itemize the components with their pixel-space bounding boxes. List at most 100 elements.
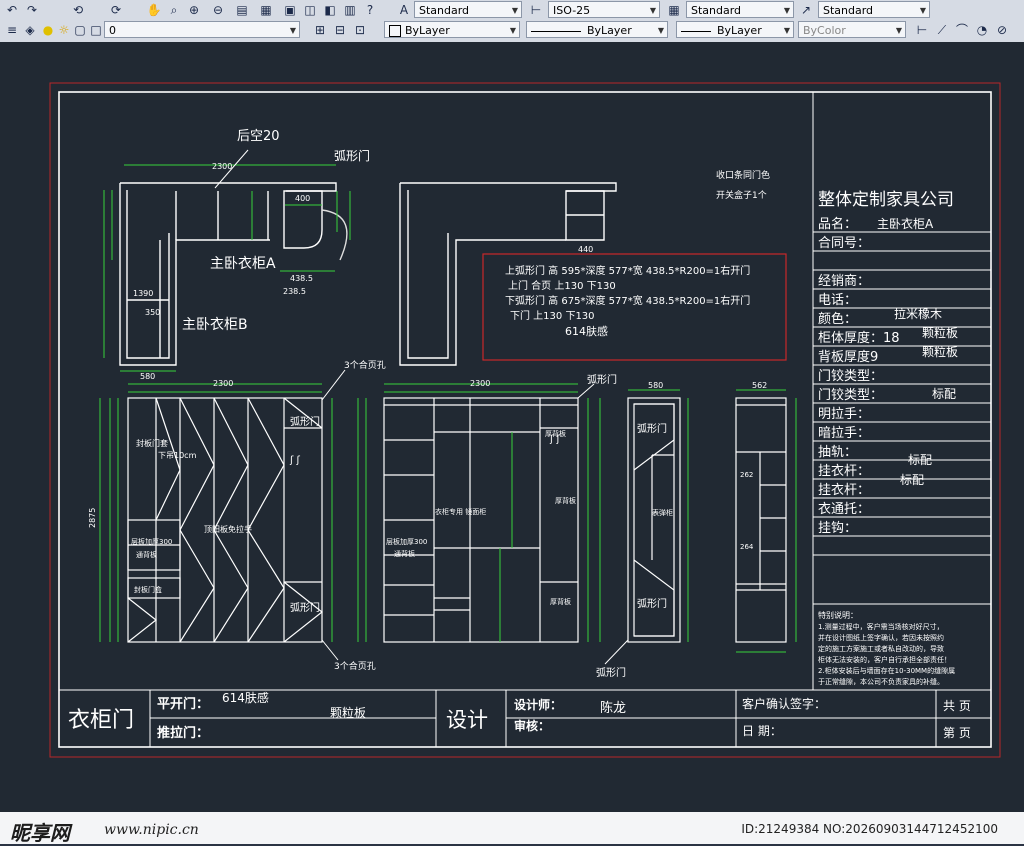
dim-diameter-icon[interactable]: ⊘ [994, 22, 1010, 38]
chevron-down-icon: ▼ [895, 26, 902, 35]
field-label-hinge-2: 门铰类型： [818, 388, 883, 403]
spec-line-3: 下弧形门 高 675*深度 577*宽 438.5*R200=1右开门 [505, 294, 750, 307]
arc-door-label-plan: 弧形门 [334, 148, 370, 163]
sun-icon[interactable]: ☼ [56, 22, 72, 38]
side2-dim-262: 262 [740, 471, 753, 479]
dim-aligned-icon[interactable]: ⟋ [934, 22, 950, 38]
hinge-note-top: 3个合页孔 [344, 359, 386, 371]
color-square-icon: □ [90, 23, 102, 37]
side-label-arc-door-top: 弧形门 [637, 422, 667, 435]
front-dim-height: 2875 [88, 508, 97, 528]
field-label-open-handle: 明拉手： [818, 407, 870, 422]
dim-style-select[interactable]: ISO-25 ▼ [548, 1, 660, 18]
front-label-arc-door-bottom: 弧形门 [290, 601, 320, 614]
notes-line-4: 柜体无法安装的，客户自行承担全部责任！ [818, 655, 951, 664]
designer-name: 陈龙 [600, 700, 626, 716]
zoom-window-icon[interactable]: ⊕ [186, 2, 202, 18]
dim-radius-icon[interactable]: ◔ [974, 22, 990, 38]
field-label-color: 颜色： [818, 311, 857, 327]
field-value-color: 拉米橡木 [894, 306, 942, 321]
field-value-hanger-rod-1: 标配 [900, 473, 924, 487]
front-label-arc-door-top: 弧形门 [290, 415, 320, 428]
field-value-hinge-2: 标配 [932, 387, 956, 401]
designer-label: 设计师： [514, 697, 562, 712]
drawing-canvas[interactable]: 后空20 弧形门 主卧衣柜A 主卧衣柜B 2300 400 438.5 238.… [0, 42, 1024, 812]
side-arc-leader [604, 639, 629, 665]
redo-icon[interactable]: ↷ [24, 2, 40, 18]
notes-line-6: 于正常缝隙，本公司不负责家具的补缝。 [818, 677, 944, 686]
tool-palette-icon[interactable]: ▣ [282, 2, 298, 18]
linetype-select[interactable]: ByLayer ▼ [526, 21, 668, 38]
undo-list-icon[interactable]: ⟲ [70, 2, 86, 18]
color-swatch [389, 25, 401, 37]
pan-icon[interactable]: ✋ [146, 2, 162, 18]
bottom-title: 衣柜门 [68, 708, 134, 733]
hook-icon: ʃ ʃ [549, 434, 561, 445]
layer-select[interactable]: 0 ▼ [104, 21, 300, 38]
layer-manager-icon[interactable]: ≡ [4, 22, 20, 38]
field-label-rod-holder: 衣通托： [818, 501, 870, 517]
table-style-select[interactable]: Standard ▼ [686, 1, 794, 18]
color-value: ByLayer [405, 24, 450, 37]
front-label-door-trim: 封板门套 [136, 438, 168, 448]
design-heading: 设计 [446, 708, 488, 732]
field-label-dealer: 经销商： [818, 274, 870, 289]
front-label-drop: 下吊10cm [158, 451, 197, 460]
plan-dim-580: 350 [145, 308, 160, 317]
toolbar-row-1: ↶ ↷ ⟲ ⟳ ✋ ⌕ ⊕ ⊖ ▤ ▦ ▣ ◫ ◧ ▥ ? A Standard… [0, 0, 1024, 20]
notes-line-2: 并在设计图纸上签字确认，若因未按照约 [818, 633, 944, 642]
field-label-hanger-rod-2: 挂衣杆： [818, 482, 870, 498]
color-select[interactable]: ByLayer ▼ [384, 21, 520, 38]
plan-dim-arc: 438.5 [290, 274, 313, 283]
layer-match-icon[interactable]: ⊡ [352, 22, 368, 38]
company-name: 整体定制家具公司 [818, 190, 954, 210]
cabinet-a-label: 主卧衣柜A [210, 256, 276, 272]
plan-dim-depth: 400 [295, 194, 310, 203]
chevron-down-icon: ▼ [783, 26, 790, 35]
make-current-icon[interactable]: ⊞ [312, 22, 328, 38]
dim-arc-icon[interactable]: ⌒ [954, 22, 970, 38]
calculator-icon[interactable]: ▥ [342, 2, 358, 18]
mleader-style-value: Standard [823, 4, 874, 17]
sheet-set-icon[interactable]: ◫ [302, 2, 318, 18]
plotstyle-select[interactable]: ByColor ▼ [798, 21, 906, 38]
design-center-icon[interactable]: ▦ [258, 2, 274, 18]
properties-icon[interactable]: ▤ [234, 2, 250, 18]
chevron-down-icon: ▼ [649, 6, 656, 15]
front-label-door-box: 封板门盒 [134, 585, 162, 594]
linetype-swatch [531, 30, 581, 32]
zoom-previous-icon[interactable]: ⊖ [210, 2, 226, 18]
dim-style-icon: ⊢ [530, 3, 542, 17]
mleader-style-icon: ↗ [800, 3, 812, 17]
watermark-bar: 昵享网 www.nipic.cn ID:21249384 NO:20260903… [0, 812, 1024, 845]
layer-previous-icon[interactable]: ⊟ [332, 22, 348, 38]
back-space-label: 后空20 [237, 129, 280, 144]
text-style-select[interactable]: Standard ▼ [414, 1, 522, 18]
cabinet-b-label: 主卧衣柜B [182, 317, 248, 333]
layer-states-icon[interactable]: ◈ [22, 22, 38, 38]
spec-line-4: 下门 上130 下130 [510, 309, 595, 322]
undo-icon[interactable]: ↶ [4, 2, 20, 18]
lineweight-select[interactable]: ByLayer ▼ [676, 21, 794, 38]
notes-line-1: 1.测量过程中，客户需当场核对好尺寸， [818, 622, 944, 631]
redo-list-icon[interactable]: ⟳ [108, 2, 124, 18]
table-style-icon: ▦ [668, 3, 680, 17]
help-icon[interactable]: ? [362, 2, 378, 18]
interior-label-back: 通背板 [394, 549, 415, 558]
field-value-drawer-rail: 标配 [908, 453, 932, 467]
zoom-realtime-icon[interactable]: ⌕ [166, 2, 182, 18]
dim-linear-icon[interactable]: ⊢ [914, 22, 930, 38]
plan-dim-350: 1390 [133, 289, 153, 298]
interior-label-mirror: 衣柜专用 镜面柜 [435, 507, 486, 516]
interior-label-arc-door: 弧形门 [587, 373, 617, 386]
side-label-middle: 表弹柜 [652, 508, 673, 517]
mleader-style-select[interactable]: Standard ▼ [818, 1, 930, 18]
lock-icon[interactable]: ▢ [72, 22, 88, 38]
lightbulb-icon[interactable]: ● [40, 22, 56, 38]
total-pages-label: 共 页 [943, 699, 971, 713]
side-plan-dim-440: 440 [578, 245, 593, 254]
interior-dim-width: 2300 [470, 379, 490, 388]
field-label-hook: 挂钩： [818, 521, 857, 536]
field-label-hanger-rod-1: 挂衣杆： [818, 463, 870, 479]
markup-icon[interactable]: ◧ [322, 2, 338, 18]
